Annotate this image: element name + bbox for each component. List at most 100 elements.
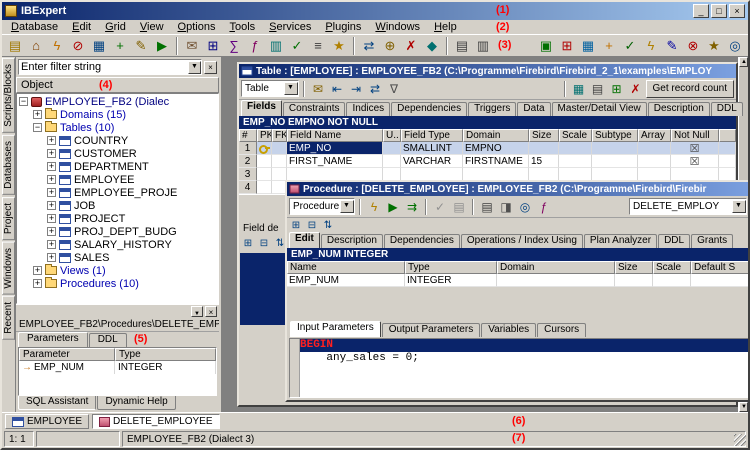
toolbar-icon[interactable]: + (599, 36, 619, 56)
toolbar-icon[interactable]: ▦ (89, 36, 109, 56)
toolbar-icon[interactable]: ✓ (287, 36, 307, 56)
resize-grip[interactable] (734, 434, 746, 446)
filter-input[interactable] (21, 61, 188, 73)
toolbar-icon[interactable]: ƒ (535, 198, 553, 216)
table-window-titlebar[interactable]: Table : [EMPLOYEE] : EMPLOYEE_FB2 (C:\Pr… (239, 64, 736, 78)
scroll-down-icon[interactable] (739, 402, 748, 412)
tab-fields[interactable]: Fields (241, 100, 282, 116)
minimize-button[interactable] (693, 4, 709, 18)
toolbar-icon[interactable]: ⇤ (328, 80, 346, 98)
chevron-down-icon[interactable] (188, 61, 201, 74)
menu-item[interactable]: Edit (65, 21, 98, 33)
procedure-select-combo[interactable]: DELETE_EMPLOY (629, 198, 747, 215)
column-header[interactable]: Default S (691, 261, 748, 274)
field-row-selected[interactable]: 1 EMP_NO SMALLINT EMPNO ☒ (239, 142, 736, 155)
tab-dependencies[interactable]: Dependencies (391, 102, 467, 116)
toolbar-icon[interactable]: ▦ (570, 80, 588, 98)
tab-data[interactable]: Data (517, 102, 550, 116)
column-header[interactable]: Scale (653, 261, 691, 274)
column-header[interactable]: Name (287, 261, 405, 274)
column-header[interactable]: # (239, 129, 257, 142)
column-header[interactable]: Size (529, 129, 559, 142)
tab-constraints[interactable]: Constraints (283, 102, 346, 116)
tree-item-table[interactable]: SALARY_HISTORY (19, 238, 218, 251)
expand-icon[interactable] (47, 188, 56, 197)
tab-description[interactable]: Description (648, 102, 710, 116)
tree-item-table[interactable]: COUNTRY (19, 134, 218, 147)
toolbar-icon[interactable]: ⇄ (359, 36, 379, 56)
toolbar-icon[interactable]: ∑ (224, 36, 244, 56)
toolbar-icon[interactable]: ✓ (620, 36, 640, 56)
parameters-grid[interactable]: Parameter Type →EMP_NUM INTEGER (18, 347, 217, 396)
field-row[interactable]: 2 FIRST_NAME VARCHAR FIRSTNAME 15 ☒ (239, 155, 736, 168)
toolbar-icon[interactable]: ▤ (478, 198, 496, 216)
column-header[interactable]: Array (638, 129, 671, 142)
toolbar-icon[interactable]: ▶ (152, 36, 172, 56)
toolbar-icon[interactable]: + (110, 36, 130, 56)
code-editor[interactable]: BEGIN any_sales = 0; (289, 338, 748, 398)
toolbar-icon[interactable]: ⊟ (257, 237, 271, 250)
expand-icon[interactable] (33, 110, 42, 119)
expand-icon[interactable] (47, 214, 56, 223)
toolbar-icon[interactable]: ▤ (452, 36, 472, 56)
tree-item-procedures[interactable]: Procedures (10) (19, 277, 218, 290)
toolbar-icon[interactable]: ✉ (182, 36, 202, 56)
field-description-memo[interactable] (240, 253, 285, 325)
toolbar-icon[interactable]: ✉ (309, 80, 327, 98)
toolbar-icon[interactable]: ⊞ (289, 219, 303, 231)
toolbar-icon[interactable]: ⊞ (241, 237, 255, 250)
expand-icon[interactable] (47, 227, 56, 236)
collapse-icon[interactable] (33, 123, 42, 132)
tab-variables[interactable]: Variables (481, 323, 536, 337)
title-bar[interactable]: IBExpert (1) (2, 2, 748, 20)
tree-item-table[interactable]: CUSTOMER (19, 147, 218, 160)
expand-icon[interactable] (33, 266, 42, 275)
toolbar-icon[interactable]: ⇄ (366, 80, 384, 98)
tab-sql-assistant[interactable]: SQL Assistant (18, 396, 96, 410)
window-tab-delete-employee[interactable]: DELETE_EMPLOYEE (92, 414, 219, 429)
toolbar-icon[interactable]: ▶ (384, 198, 402, 216)
column-header[interactable]: Size (615, 261, 653, 274)
toolbar-icon[interactable]: ✓ (431, 198, 449, 216)
column-header[interactable]: FK (272, 129, 287, 142)
column-header-type[interactable]: Type (115, 348, 216, 361)
tree-item-table[interactable]: PROJECT (19, 212, 218, 225)
menu-item[interactable]: Grid (98, 21, 133, 33)
scroll-up-icon[interactable] (739, 57, 748, 67)
tree-item-table[interactable]: PROJ_DEPT_BUDG (19, 225, 218, 238)
toolbar-icon[interactable]: ϟ (365, 198, 383, 216)
menu-item[interactable]: Plugins (318, 21, 368, 33)
toolbar-icon[interactable]: ⊞ (608, 80, 626, 98)
close-button[interactable] (729, 4, 745, 18)
object-type-combo[interactable]: Table (241, 80, 299, 97)
not-null-checkbox[interactable]: ☒ (671, 142, 719, 155)
procedure-window-titlebar[interactable]: Procedure : [DELETE_EMPLOYEE] : EMPLOYEE… (287, 182, 748, 196)
toolbar-icon[interactable]: ⊕ (380, 36, 400, 56)
parameter-row[interactable]: EMP_NUM INTEGER (287, 274, 748, 287)
column-header-parameter[interactable]: Parameter (19, 348, 115, 361)
toolbar-icon[interactable]: ϟ (641, 36, 661, 56)
expand-icon[interactable] (47, 253, 56, 262)
toolbar-icon[interactable]: ▥ (266, 36, 286, 56)
toolbar-icon[interactable]: ⊞ (557, 36, 577, 56)
toolbar-icon[interactable]: ◎ (516, 198, 534, 216)
column-header[interactable]: Field Name (287, 129, 383, 142)
tree-item-views[interactable]: Views (1) (19, 264, 218, 277)
sidebar-vertical-tab[interactable]: Recent (2, 296, 15, 340)
object-column-header[interactable]: Object (4) (16, 77, 219, 93)
tab-parameters[interactable]: Parameters (18, 332, 88, 347)
toolbar-icon[interactable]: ϟ (47, 36, 67, 56)
menu-item[interactable]: Options (171, 21, 223, 33)
tab-operations[interactable]: Operations / Index Using (461, 234, 583, 248)
tab-ddl[interactable]: DDL (711, 102, 743, 116)
column-header[interactable]: Domain (463, 129, 529, 142)
toolbar-icon[interactable]: ⌂ (26, 36, 46, 56)
database-tree[interactable]: EMPLOYEE_FB2 (Dialec Domains (15) Tables… (16, 93, 219, 304)
tree-item-domains[interactable]: Domains (15) (19, 108, 218, 121)
tab-edit[interactable]: Edit (289, 232, 320, 248)
menu-item[interactable]: Help (427, 21, 464, 33)
tab-plan-analyzer[interactable]: Plan Analyzer (584, 234, 657, 248)
not-null-checkbox[interactable]: ☒ (671, 155, 719, 168)
tree-item-database[interactable]: EMPLOYEE_FB2 (Dialec (19, 95, 218, 108)
tab-cursors[interactable]: Cursors (537, 323, 586, 337)
